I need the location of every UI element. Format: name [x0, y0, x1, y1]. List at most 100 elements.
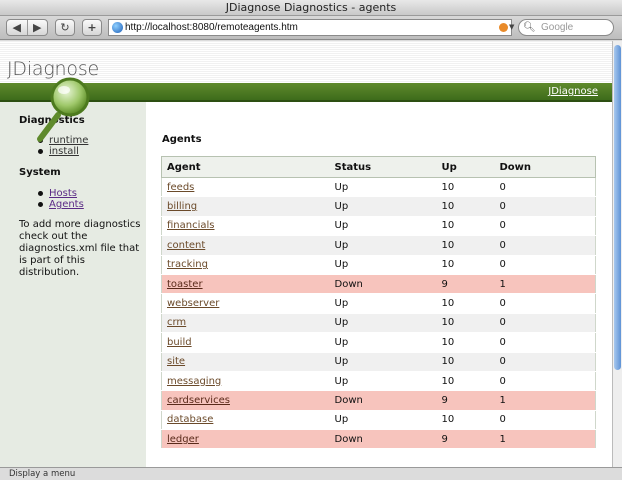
- agent-cell: site: [161, 352, 330, 372]
- table-row: toaster Down 9 1: [161, 274, 596, 295]
- agent-link[interactable]: build: [167, 337, 192, 348]
- agent-link[interactable]: tracking: [167, 259, 208, 270]
- search-input[interactable]: 🔍︎ Google: [518, 19, 614, 36]
- agent-cell: build: [161, 332, 330, 353]
- table-row: financials Up 10 0: [161, 216, 596, 237]
- up-count-cell: 9: [436, 390, 495, 411]
- down-count-cell: 0: [494, 332, 596, 353]
- down-count-cell: 0: [494, 410, 596, 431]
- home-link[interactable]: JDiagnose: [548, 86, 598, 97]
- down-count-cell: 0: [494, 196, 596, 217]
- list-item: Hosts: [38, 188, 84, 199]
- down-count-cell: 0: [494, 177, 596, 198]
- table-header-row: Agent Status Up Down: [161, 156, 596, 178]
- agent-cell: webserver: [161, 293, 330, 314]
- up-count-cell: 10: [436, 293, 495, 314]
- column-header-agent[interactable]: Agent: [161, 156, 330, 178]
- status-cell: Up: [329, 371, 437, 392]
- scrollbar-thumb[interactable]: [614, 45, 621, 370]
- reload-button[interactable]: ↻: [55, 19, 75, 36]
- down-count-cell: 1: [494, 429, 596, 450]
- down-count-cell: 0: [494, 235, 596, 256]
- back-button[interactable]: ◀: [7, 20, 28, 35]
- agent-link[interactable]: webserver: [167, 298, 219, 309]
- agent-cell: database: [161, 410, 330, 431]
- agent-link[interactable]: financials: [167, 220, 215, 231]
- up-count-cell: 10: [436, 177, 495, 198]
- page-viewport: JDiagnose JDiagnose Diagnostics runtime …: [0, 41, 612, 467]
- vertical-scrollbar[interactable]: [612, 41, 622, 467]
- agent-link[interactable]: crm: [167, 317, 186, 328]
- agent-link[interactable]: ledger: [167, 434, 199, 445]
- column-header-up[interactable]: Up: [436, 156, 495, 178]
- table-row: webserver Up 10 0: [161, 293, 596, 314]
- column-header-status[interactable]: Status: [329, 156, 437, 178]
- agent-cell: ledger: [161, 429, 330, 450]
- system-list: Hosts Agents: [38, 188, 84, 210]
- up-count-cell: 10: [436, 235, 495, 256]
- status-cell: Up: [329, 196, 437, 217]
- search-icon: 🔍︎: [523, 22, 536, 33]
- agent-link[interactable]: site: [167, 356, 185, 367]
- status-cell: Up: [329, 352, 437, 372]
- add-bookmark-button[interactable]: +: [82, 19, 102, 36]
- sidebar-note: To add more diagnostics check out the di…: [19, 219, 141, 278]
- agent-cell: crm: [161, 313, 330, 334]
- agent-link[interactable]: toaster: [167, 279, 203, 290]
- page-title: Agents: [162, 134, 202, 145]
- globe-icon: [112, 22, 123, 33]
- agent-link[interactable]: content: [167, 240, 205, 251]
- up-count-cell: 10: [436, 196, 495, 217]
- agent-cell: feeds: [161, 177, 330, 198]
- up-count-cell: 10: [436, 332, 495, 353]
- address-bar[interactable]: http://localhost:8080/remoteagents.htm: [108, 19, 512, 36]
- forward-button[interactable]: ▶: [28, 20, 48, 35]
- agent-cell: content: [161, 235, 330, 256]
- down-count-cell: 1: [494, 274, 596, 295]
- status-cell: Down: [329, 390, 437, 411]
- status-cell: Up: [329, 332, 437, 353]
- sidebar-link-install[interactable]: install: [49, 146, 79, 157]
- down-count-cell: 0: [494, 255, 596, 275]
- column-header-down[interactable]: Down: [494, 156, 596, 178]
- table-row: content Up 10 0: [161, 235, 596, 256]
- agent-link[interactable]: billing: [167, 201, 197, 212]
- up-count-cell: 9: [436, 429, 495, 450]
- agent-cell: financials: [161, 216, 330, 237]
- status-bar: Display a menu: [0, 467, 622, 480]
- table-row: site Up 10 0: [161, 352, 596, 372]
- magnifier-icon: [37, 77, 90, 142]
- agent-link[interactable]: messaging: [167, 376, 221, 387]
- rss-icon[interactable]: [499, 23, 508, 32]
- down-count-cell: 0: [494, 293, 596, 314]
- browser-toolbar: ◀ ▶ ↻ + http://localhost:8080/remoteagen…: [0, 16, 622, 40]
- table-row: messaging Up 10 0: [161, 371, 596, 392]
- table-row: ledger Down 9 1: [161, 429, 596, 450]
- agent-link[interactable]: feeds: [167, 182, 194, 193]
- agent-link[interactable]: cardservices: [167, 395, 230, 406]
- status-cell: Up: [329, 410, 437, 431]
- agent-cell: tracking: [161, 255, 330, 275]
- table-row: tracking Up 10 0: [161, 255, 596, 275]
- status-cell: Up: [329, 313, 437, 334]
- search-placeholder: Google: [541, 22, 574, 33]
- window-title: JDiagnose Diagnostics - agents: [0, 0, 622, 16]
- sidebar-link-hosts[interactable]: Hosts: [49, 188, 77, 199]
- table-row: cardservices Down 9 1: [161, 390, 596, 411]
- address-text: http://localhost:8080/remoteagents.htm: [125, 22, 298, 33]
- chevron-down-icon[interactable]: ▼: [509, 23, 514, 31]
- down-count-cell: 0: [494, 216, 596, 237]
- down-count-cell: 1: [494, 390, 596, 411]
- sidebar-link-agents[interactable]: Agents: [49, 199, 84, 210]
- status-cell: Up: [329, 293, 437, 314]
- status-cell: Down: [329, 429, 437, 450]
- status-cell: Up: [329, 255, 437, 275]
- table-row: billing Up 10 0: [161, 196, 596, 217]
- status-cell: Up: [329, 235, 437, 256]
- table-row: feeds Up 10 0: [161, 177, 596, 198]
- status-cell: Up: [329, 216, 437, 237]
- down-count-cell: 0: [494, 371, 596, 392]
- status-cell: Up: [329, 177, 437, 198]
- agent-cell: toaster: [161, 274, 330, 295]
- agent-link[interactable]: database: [167, 414, 213, 425]
